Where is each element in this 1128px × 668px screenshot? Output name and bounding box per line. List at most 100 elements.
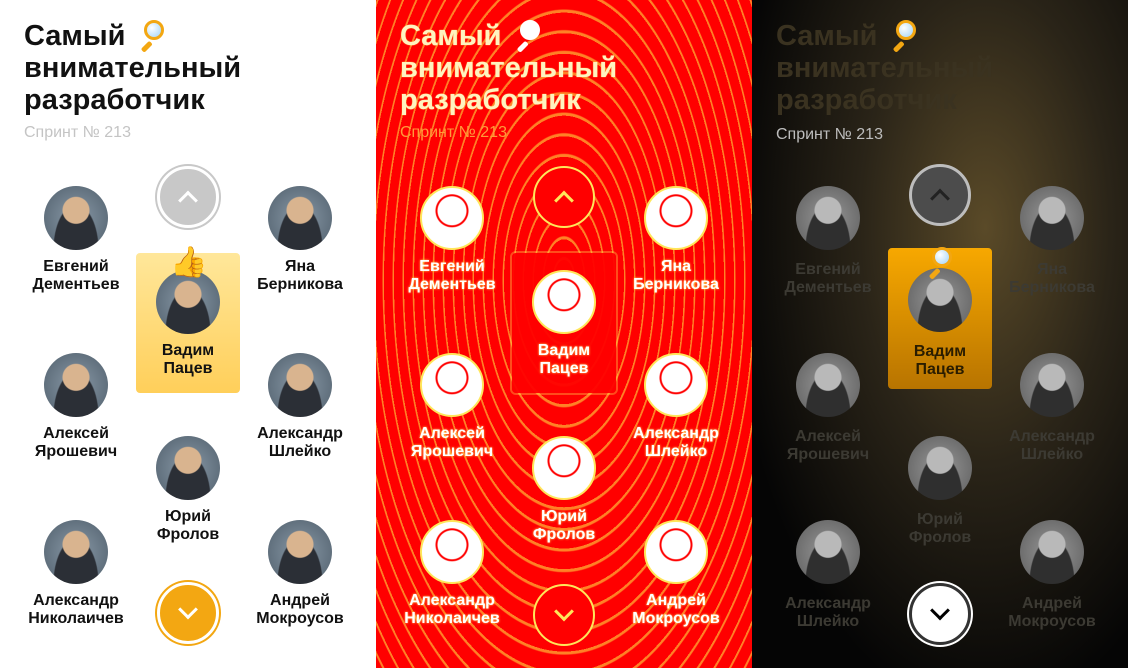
person-card-selected[interactable]: Вадим Пацев [880,268,1000,379]
person-name: Андрей Мокроусов [1008,595,1096,630]
person-card[interactable]: Александр Николаичев [16,520,136,628]
avatar [644,353,708,417]
person-name: Юрий Фролов [908,511,972,546]
sprint-label: Спринт № 213 [776,126,883,143]
avatar [796,186,860,250]
person-name: Евгений Дементьев [32,258,120,293]
person-card[interactable]: Алексей Ярошевич [16,353,136,461]
thumbs-up-icon: 👍 [170,246,208,279]
person-card[interactable]: Андрей Мокроусов [240,520,360,628]
title-line-2: внимательный [776,52,994,84]
person-card[interactable]: Евгений Дементьев [392,186,512,294]
avatar [420,186,484,250]
avatar [44,186,108,250]
avatar [796,520,860,584]
person-name: Алексей Ярошевич [34,425,118,460]
person-card[interactable]: Александр Шлейко [240,353,360,461]
person-card-selected[interactable]: Вадим Пацев [504,270,624,378]
avatar [644,186,708,250]
person-card[interactable]: Алексей Ярошевич [392,353,512,461]
person-name: Вадим Пацев [913,343,967,378]
person-card[interactable]: Юрий Фролов [128,436,248,544]
person-name: Алексей Ярошевич [410,425,494,460]
sprint-label: Спринт № 213 [400,124,507,141]
page-title: Самый внимательный разработчик [400,19,700,116]
title-line-1: Самый [24,20,126,52]
title-line-1: Самый [776,20,878,52]
person-name: Яна Берникова [257,258,343,293]
person-name: Юрий Фролов [156,508,220,543]
person-name: Александр Шлейко [785,595,871,630]
person-card-selected[interactable]: Вадим Пацев [128,270,248,378]
title-line-3: разработчик [776,84,957,116]
person-card[interactable]: Александр Шлейко [992,353,1112,464]
avatar [268,186,332,250]
person-card[interactable]: Евгений Дементьев [768,186,888,297]
avatar [420,353,484,417]
person-name: Евгений Дементьев [408,258,496,293]
person-name: Яна Берникова [633,258,719,293]
avatar [1020,186,1084,250]
sprint-label: Спринт № 213 [24,124,131,141]
avatar [644,520,708,584]
avatar [268,520,332,584]
page-title: Самый внимательный разработчик [776,19,1076,116]
chevron-down-icon [178,599,198,620]
person-card[interactable]: Александр Шлейко [768,520,888,631]
person-card[interactable]: Александр Шлейко [616,353,736,461]
avatar [44,353,108,417]
person-card[interactable]: Яна Берникова [616,186,736,294]
page-title: Самый внимательный разработчик [24,19,324,116]
avatar [532,436,596,500]
person-name: Вадим Пацев [161,342,215,377]
avatar [1020,353,1084,417]
dark-theme-panel: Самый внимательный разработчик Спринт № … [752,0,1128,668]
person-card[interactable]: Юрий Фролов [880,436,1000,547]
avatar [44,520,108,584]
avatar [156,270,220,334]
person-card[interactable]: Яна Берникова [240,186,360,294]
person-name: Александр Шлейко [633,425,719,460]
person-name: Юрий Фролов [532,508,596,543]
person-name: Андрей Мокроусов [256,592,344,627]
title-line-2: внимательный [400,52,618,84]
avatar [156,436,220,500]
person-name: Алексей Ярошевич [786,428,870,463]
red-theme-panel: Самый внимательный разработчик Спринт № … [376,0,752,668]
magnifier-icon [924,246,958,280]
person-name: Вадим Пацев [537,342,591,377]
title-line-1: Самый [400,20,502,52]
scroll-up-button[interactable] [909,164,971,226]
person-card[interactable]: Юрий Фролов [504,436,624,544]
person-card[interactable]: Андрей Мокроусов [992,520,1112,631]
avatar [908,268,972,332]
avatar [420,520,484,584]
avatar [1020,520,1084,584]
person-name: Александр Николаичев [28,592,124,627]
scroll-down-button[interactable] [533,584,595,646]
chevron-down-icon [554,601,574,622]
person-name: Александр Шлейко [1009,428,1095,463]
scroll-up-button[interactable] [157,166,219,228]
avatar [532,270,596,334]
person-card[interactable]: Андрей Мокроусов [616,520,736,628]
person-name: Яна Берникова [1009,261,1095,296]
avatar [268,353,332,417]
title-line-2: внимательный [24,52,242,84]
chevron-up-icon [930,188,950,209]
magnifier-icon [136,19,170,53]
scroll-down-button[interactable] [909,583,971,645]
avatar [908,436,972,500]
chevron-up-icon [178,190,198,211]
scroll-up-button[interactable] [533,166,595,228]
person-card[interactable]: Евгений Дементьев [16,186,136,294]
magnifier-icon [512,19,546,53]
person-name: Евгений Дементьев [784,261,872,296]
scroll-down-button[interactable] [157,582,219,644]
person-name: Александр Шлейко [257,425,343,460]
person-card[interactable]: Александр Николаичев [392,520,512,628]
person-card[interactable]: Алексей Ярошевич [768,353,888,464]
person-card[interactable]: Яна Берникова [992,186,1112,297]
title-line-3: разработчик [400,84,581,116]
person-name: Андрей Мокроусов [632,592,720,627]
